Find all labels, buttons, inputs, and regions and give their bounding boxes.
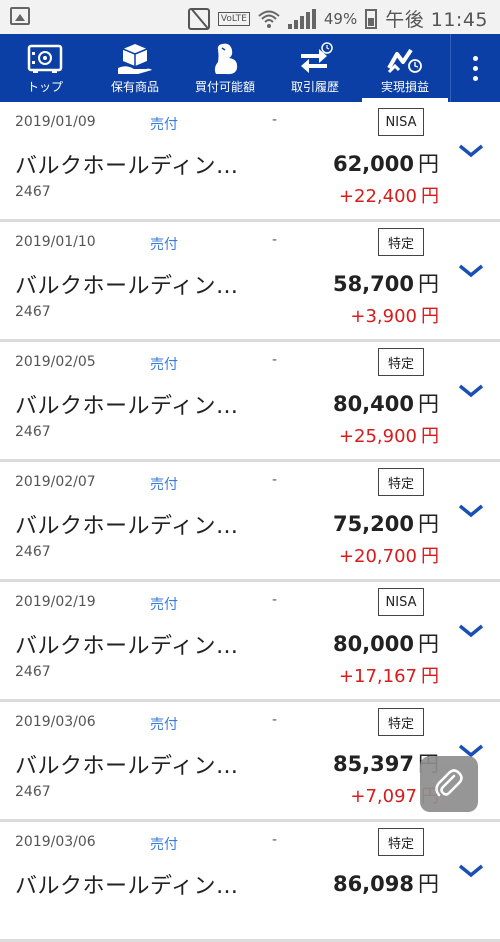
trade-side: 売付 bbox=[150, 357, 178, 373]
trade-dash: - bbox=[272, 472, 278, 488]
status-bar: VoLTE 49% 午後 11:45 bbox=[0, 0, 500, 34]
attach-button[interactable] bbox=[420, 756, 478, 812]
trade-date: 2019/02/19 bbox=[15, 594, 96, 610]
stock-name: バルクホールディン… bbox=[15, 874, 239, 899]
realized-pl-list: 2019/01/09 売付 - NISA バルクホールディン… 62,000 円 … bbox=[0, 102, 500, 942]
stock-code: 2467 bbox=[15, 784, 51, 800]
stock-code: 2467 bbox=[15, 184, 51, 200]
list-item[interactable]: 2019/01/10 売付 - 特定 バルクホールディン… 58,700 円 24… bbox=[0, 222, 500, 342]
trade-dash: - bbox=[272, 112, 278, 128]
trade-date: 2019/03/06 bbox=[15, 834, 96, 850]
gallery-icon bbox=[10, 7, 30, 25]
trade-amount: 86,098 円 bbox=[332, 872, 439, 896]
list-item[interactable]: 2019/02/19 売付 - NISA バルクホールディン… 80,000 円 … bbox=[0, 582, 500, 702]
account-badge: 特定 bbox=[378, 348, 424, 376]
safe-icon bbox=[27, 44, 63, 73]
stock-code: 2467 bbox=[15, 664, 51, 680]
wifi-icon bbox=[258, 10, 280, 28]
nav-item-buying-power[interactable]: 買付可能額 bbox=[180, 34, 270, 102]
account-badge: 特定 bbox=[378, 708, 424, 736]
account-badge: 特定 bbox=[378, 228, 424, 256]
trade-dash: - bbox=[272, 712, 278, 728]
account-badge: 特定 bbox=[378, 468, 424, 496]
trade-amount: 80,000 円 bbox=[332, 632, 439, 656]
mute-icon bbox=[187, 7, 210, 30]
trade-date: 2019/01/10 bbox=[15, 234, 96, 250]
trade-dash: - bbox=[272, 592, 278, 608]
nav-label: 取引履歴 bbox=[290, 80, 339, 94]
stock-name: バルクホールディン… bbox=[15, 154, 239, 179]
nav-label: トップ bbox=[26, 80, 63, 94]
trade-side: 売付 bbox=[150, 717, 178, 733]
trade-amount: 75,200 円 bbox=[332, 512, 439, 536]
signal-icon bbox=[287, 8, 316, 29]
trade-date: 2019/01/09 bbox=[15, 114, 96, 130]
trade-amount: 58,700 円 bbox=[332, 272, 439, 296]
stock-code: 2467 bbox=[15, 544, 51, 560]
list-item[interactable]: 2019/01/09 売付 - NISA バルクホールディン… 62,000 円 … bbox=[0, 102, 500, 222]
chevron-down-icon[interactable] bbox=[458, 862, 484, 880]
volte-icon: VoLTE bbox=[217, 11, 250, 26]
trade-side: 売付 bbox=[150, 237, 178, 253]
trade-dash: - bbox=[272, 232, 278, 248]
trade-date: 2019/02/07 bbox=[15, 474, 96, 490]
trade-date: 2019/02/05 bbox=[15, 354, 96, 370]
stock-name: バルクホールディン… bbox=[15, 754, 239, 779]
account-badge: 特定 bbox=[378, 828, 424, 856]
nav-label: 買付可能額 bbox=[194, 80, 255, 94]
trade-amount: 62,000 円 bbox=[332, 152, 439, 176]
battery-percent: 49% bbox=[323, 9, 358, 28]
account-badge: NISA bbox=[378, 108, 424, 136]
stock-code: 2467 bbox=[15, 304, 51, 320]
trade-side: 売付 bbox=[150, 477, 178, 493]
stock-name: バルクホールディン… bbox=[15, 634, 239, 659]
profit-loss: +20,700 円 bbox=[338, 546, 439, 567]
box-hand-icon bbox=[118, 44, 152, 74]
list-item[interactable]: 2019/03/06 売付 - 特定 バルクホールディン… 86,098 円 bbox=[0, 822, 500, 942]
stock-code: 2467 bbox=[15, 424, 51, 440]
trade-amount: 80,400 円 bbox=[332, 392, 439, 416]
list-item[interactable]: 2019/02/05 売付 - 特定 バルクホールディン… 80,400 円 24… bbox=[0, 342, 500, 462]
trade-side: 売付 bbox=[150, 837, 178, 853]
more-vert-icon bbox=[473, 55, 478, 61]
trade-dash: - bbox=[272, 832, 278, 848]
profit-loss: +3,900 円 bbox=[350, 306, 439, 327]
chevron-down-icon[interactable] bbox=[458, 502, 484, 520]
nav-label: 実現損益 bbox=[380, 80, 429, 94]
profit-loss: +25,900 円 bbox=[338, 426, 439, 447]
trade-date: 2019/03/06 bbox=[15, 714, 96, 730]
nav-item-holdings[interactable]: 保有商品 bbox=[90, 34, 180, 102]
profit-loss: +22,400 円 bbox=[338, 186, 439, 207]
stock-name: バルクホールディン… bbox=[15, 514, 239, 539]
account-badge: NISA bbox=[378, 588, 424, 616]
paperclip-icon bbox=[435, 769, 463, 797]
chevron-down-icon[interactable] bbox=[458, 262, 484, 280]
chevron-down-icon[interactable] bbox=[458, 382, 484, 400]
nav-item-realized-pl[interactable]: 実現損益 bbox=[360, 34, 450, 102]
chart-clock-icon bbox=[387, 48, 422, 74]
top-nav: トップ 保有商品 買付可能額 取引履歴 実現損益 bbox=[0, 34, 500, 102]
trade-side: 売付 bbox=[150, 117, 178, 133]
profit-loss: +17,167 円 bbox=[338, 666, 439, 687]
nav-item-history[interactable]: 取引履歴 bbox=[270, 34, 360, 102]
exchange-clock-icon bbox=[301, 42, 333, 73]
chevron-down-icon[interactable] bbox=[458, 622, 484, 640]
more-menu-button[interactable] bbox=[450, 34, 500, 102]
nav-label: 保有商品 bbox=[110, 80, 159, 94]
clock: 午後 11:45 bbox=[385, 9, 488, 31]
arm-icon bbox=[214, 43, 238, 75]
trade-side: 売付 bbox=[150, 597, 178, 613]
stock-name: バルクホールディン… bbox=[15, 274, 239, 299]
trade-dash: - bbox=[272, 352, 278, 368]
list-item[interactable]: 2019/02/07 売付 - 特定 バルクホールディン… 75,200 円 24… bbox=[0, 462, 500, 582]
stock-name: バルクホールディン… bbox=[15, 394, 239, 419]
nav-item-top[interactable]: トップ bbox=[0, 34, 90, 102]
chevron-down-icon[interactable] bbox=[458, 142, 484, 160]
battery-icon bbox=[365, 8, 378, 29]
